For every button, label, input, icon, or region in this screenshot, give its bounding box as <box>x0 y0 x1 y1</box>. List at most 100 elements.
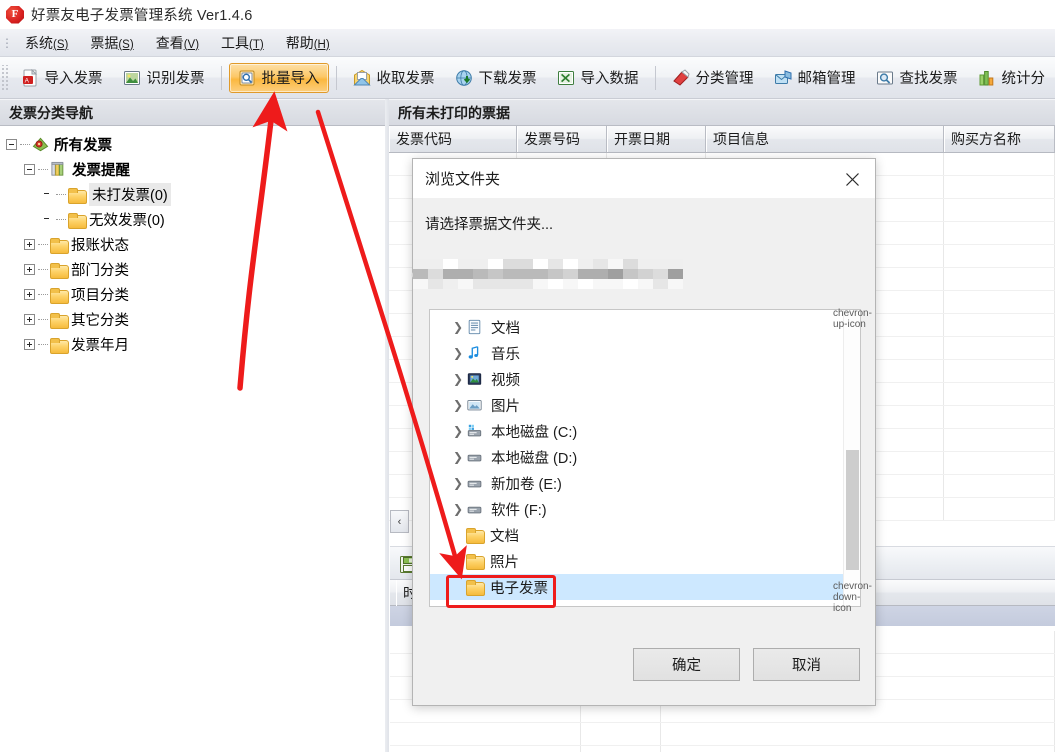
folder-list-item-7[interactable]: ❯ 新加卷 (E:) <box>430 470 844 496</box>
mosaic-tile <box>623 279 638 289</box>
mosaic-tile <box>443 259 458 269</box>
toolbar-separator <box>654 65 656 90</box>
table-cell <box>944 337 1055 359</box>
tree-node-1[interactable]: 所有发票 <box>6 132 385 157</box>
column-header-3[interactable]: 开票日期 <box>607 126 706 152</box>
menu-item-4[interactable]: 工具(T) <box>210 30 275 56</box>
tree-connector <box>38 319 48 320</box>
toolbar-separator <box>335 65 337 90</box>
tree-node-6[interactable]: 部门分类 <box>6 257 385 282</box>
chevron-right-icon[interactable]: ❯ <box>450 476 466 490</box>
detail-table-cell <box>581 746 661 752</box>
toolbar-button-category-manage[interactable]: 分类管理 <box>663 63 763 93</box>
collapse-icon[interactable] <box>6 139 17 150</box>
tree-node-label: 部门分类 <box>71 263 129 279</box>
tree-node-7[interactable]: 项目分类 <box>6 282 385 307</box>
chevron-right-icon[interactable]: ❯ <box>450 450 466 464</box>
menu-item-2[interactable]: 票据(S) <box>79 30 144 56</box>
folder-tree-box: ❯ 文档 ❯ 音乐 ❯ 视频 ❯ 图片 ❯ 本地磁盘 (C:) ❯ 本地磁盘 (D:) ❯ 新加卷 (E:… <box>429 308 872 615</box>
app-logo-icon: F <box>6 5 24 24</box>
menu-item-5[interactable]: 帮助(H) <box>275 30 341 56</box>
menu-item-1[interactable]: 系统(S) <box>14 30 79 56</box>
folder-list-item-9[interactable]: 文档 <box>430 522 844 548</box>
detail-table-row[interactable] <box>390 746 1055 752</box>
toolbar-button-pdf-import[interactable]: A 导入发票 <box>12 63 112 93</box>
mosaic-tile <box>668 279 683 289</box>
chevron-right-icon[interactable]: ❯ <box>450 502 466 516</box>
tree-node-9[interactable]: 发票年月 <box>6 332 385 357</box>
column-header-label: 发票号码 <box>524 131 580 147</box>
toolbar-button-excel-import[interactable]: 导入数据 <box>548 63 648 93</box>
column-header-2[interactable]: 发票号码 <box>517 126 607 152</box>
scrollbar-thumb[interactable] <box>846 450 859 570</box>
chevron-right-icon[interactable]: ❯ <box>450 424 466 438</box>
column-header-5[interactable]: 购买方名称 <box>944 126 1055 152</box>
toolbar-button-batch-import[interactable]: 批量导入 <box>228 62 329 93</box>
mosaic-tile <box>638 259 653 269</box>
folder-list-item-1[interactable]: ❯ 文档 <box>430 314 844 340</box>
menu-item-accelerator: (T) <box>249 38 264 51</box>
expand-icon[interactable] <box>24 339 35 350</box>
toolbar-button-download-globe[interactable]: 下载发票 <box>446 63 546 93</box>
toolbar-button-image-recognize[interactable]: 识别发票 <box>114 63 214 93</box>
folder-list-item-label: 新加卷 (E:) <box>491 476 562 493</box>
toolbar-button-receive-invoice[interactable]: 收取发票 <box>344 63 444 93</box>
grid-scroll-left-button[interactable]: ‹ <box>390 510 409 533</box>
column-header-4[interactable]: 项目信息 <box>706 126 944 152</box>
chevron-up-icon[interactable]: chevron-up-icon <box>833 308 872 330</box>
dialog-title-bar: 浏览文件夹 <box>413 159 875 199</box>
ok-button[interactable]: 确定 <box>633 648 740 681</box>
expand-icon[interactable] <box>24 314 35 325</box>
tree-node-3[interactable]: 未打发票(0) <box>6 182 385 207</box>
folder-list-item-3[interactable]: ❯ 视频 <box>430 366 844 392</box>
mosaic-tile <box>563 269 578 279</box>
tree-node-4[interactable]: 无效发票(0) <box>6 207 385 232</box>
folder-list-item-8[interactable]: ❯ 软件 (F:) <box>430 496 844 522</box>
expand-icon[interactable] <box>24 264 35 275</box>
expand-icon[interactable] <box>24 289 35 300</box>
mosaic-tile <box>548 279 563 289</box>
toolbar-button-label: 分类管理 <box>695 71 754 87</box>
folder-icon <box>50 262 69 279</box>
folder-tree-scrollbar[interactable]: chevron-up-icon chevron-down-icon <box>833 308 872 615</box>
toolbar-button-mailbox-manage[interactable]: 邮箱管理 <box>765 63 865 93</box>
toolbar-button-search-invoice[interactable]: 查找发票 <box>867 63 967 93</box>
toolbar-button-statistics-chart[interactable]: 统计分 <box>969 63 1055 93</box>
tree-node-8[interactable]: 其它分类 <box>6 307 385 332</box>
tree-node-label: 所有发票 <box>54 138 112 154</box>
mosaic-tile <box>443 269 458 279</box>
tree-node-5[interactable]: 报账状态 <box>6 232 385 257</box>
chevron-down-icon[interactable]: chevron-down-icon <box>833 581 872 614</box>
column-header-label: 购买方名称 <box>951 131 1021 147</box>
cancel-button[interactable]: 取消 <box>753 648 860 681</box>
folder-list-item-2[interactable]: ❯ 音乐 <box>430 340 844 366</box>
tree-node-2[interactable]: 发票提醒 <box>6 157 385 182</box>
redacted-path-field[interactable] <box>413 259 683 289</box>
close-icon[interactable] <box>829 159 875 199</box>
folder-icon <box>50 312 69 329</box>
column-header-1[interactable]: 发票代码 <box>389 126 517 152</box>
detail-table-cell <box>581 723 661 745</box>
collapse-icon[interactable] <box>24 164 35 175</box>
tree-connector <box>38 294 48 295</box>
chevron-right-icon[interactable]: ❯ <box>450 372 466 386</box>
tree-connector <box>20 144 30 145</box>
chevron-right-icon[interactable]: ❯ <box>450 398 466 412</box>
mosaic-tile <box>458 269 473 279</box>
mosaic-tile <box>623 269 638 279</box>
chevron-right-icon[interactable]: ❯ <box>450 346 466 360</box>
toolbar-grip-icon[interactable] <box>2 64 9 91</box>
folder-list-item-10[interactable]: 照片 <box>430 548 844 574</box>
svg-text:A: A <box>24 77 29 84</box>
folder-list-item-6[interactable]: ❯ 本地磁盘 (D:) <box>430 444 844 470</box>
chevron-right-icon[interactable]: ❯ <box>450 320 466 334</box>
menu-item-3[interactable]: 查看(V) <box>145 30 210 56</box>
folder-icon <box>50 237 69 254</box>
expand-icon[interactable] <box>24 239 35 250</box>
folder-list-item-4[interactable]: ❯ 图片 <box>430 392 844 418</box>
tree-node-label: 发票提醒 <box>72 163 130 179</box>
folder-list-item-label: 本地磁盘 (D:) <box>491 450 578 467</box>
table-cell <box>944 153 1055 175</box>
folder-list-item-5[interactable]: ❯ 本地磁盘 (C:) <box>430 418 844 444</box>
detail-table-row[interactable] <box>390 723 1055 746</box>
